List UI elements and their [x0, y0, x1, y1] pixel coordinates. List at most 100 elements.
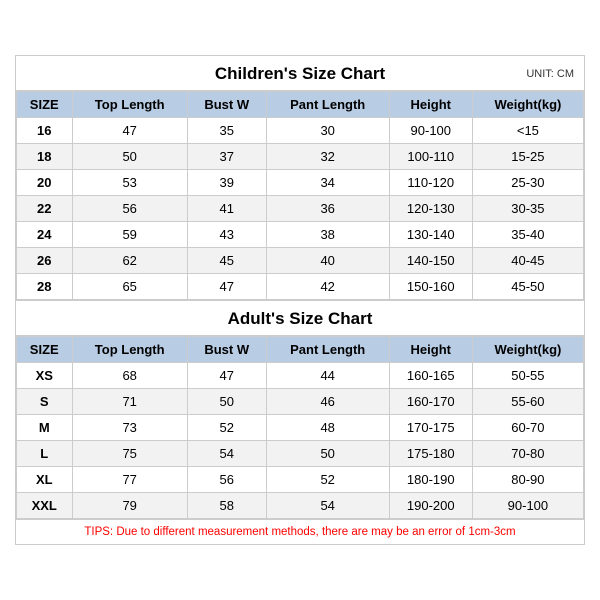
- unit-label: UNIT: CM: [526, 68, 574, 80]
- table-row: 26624540140-15040-45: [17, 248, 584, 274]
- table-cell: 150-160: [389, 274, 472, 300]
- table-cell: 79: [72, 493, 187, 519]
- table-row: L755450175-18070-80: [17, 441, 584, 467]
- col-size: SIZE: [17, 92, 73, 118]
- table-cell: 56: [187, 467, 266, 493]
- children-chart-title: Children's Size Chart: [215, 64, 385, 84]
- table-cell: <15: [472, 118, 583, 144]
- table-cell: XS: [17, 363, 73, 389]
- table-cell: 90-100: [472, 493, 583, 519]
- table-row: 28654742150-16045-50: [17, 274, 584, 300]
- table-cell: 68: [72, 363, 187, 389]
- table-cell: XXL: [17, 493, 73, 519]
- table-cell: 22: [17, 196, 73, 222]
- table-cell: 75: [72, 441, 187, 467]
- table-cell: 73: [72, 415, 187, 441]
- col-bust-w: Bust W: [187, 92, 266, 118]
- table-cell: 34: [266, 170, 389, 196]
- table-cell: 50: [266, 441, 389, 467]
- table-cell: S: [17, 389, 73, 415]
- table-cell: 50-55: [472, 363, 583, 389]
- table-cell: 62: [72, 248, 187, 274]
- table-cell: 90-100: [389, 118, 472, 144]
- table-cell: 65: [72, 274, 187, 300]
- adult-col-size: SIZE: [17, 337, 73, 363]
- table-row: S715046160-17055-60: [17, 389, 584, 415]
- table-cell: 120-130: [389, 196, 472, 222]
- adult-header-row: SIZE Top Length Bust W Pant Length Heigh…: [17, 337, 584, 363]
- adult-col-weight: Weight(kg): [472, 337, 583, 363]
- size-chart-container: Children's Size Chart UNIT: CM SIZE Top …: [15, 55, 585, 545]
- col-weight: Weight(kg): [472, 92, 583, 118]
- table-cell: 80-90: [472, 467, 583, 493]
- table-cell: 20: [17, 170, 73, 196]
- table-cell: 190-200: [389, 493, 472, 519]
- table-cell: 18: [17, 144, 73, 170]
- table-cell: L: [17, 441, 73, 467]
- table-cell: 70-80: [472, 441, 583, 467]
- table-cell: XL: [17, 467, 73, 493]
- table-cell: 71: [72, 389, 187, 415]
- table-cell: 47: [72, 118, 187, 144]
- table-row: XS684744160-16550-55: [17, 363, 584, 389]
- table-cell: 30: [266, 118, 389, 144]
- children-title-row: Children's Size Chart UNIT: CM: [16, 56, 584, 91]
- table-cell: 58: [187, 493, 266, 519]
- adult-title-row: Adult's Size Chart: [16, 300, 584, 336]
- table-row: 18503732100-11015-25: [17, 144, 584, 170]
- tips-row: TIPS: Due to different measurement metho…: [16, 519, 584, 544]
- table-cell: 50: [187, 389, 266, 415]
- table-cell: 28: [17, 274, 73, 300]
- table-cell: 26: [17, 248, 73, 274]
- table-cell: 24: [17, 222, 73, 248]
- children-header-row: SIZE Top Length Bust W Pant Length Heigh…: [17, 92, 584, 118]
- table-row: XL775652180-19080-90: [17, 467, 584, 493]
- table-cell: 160-165: [389, 363, 472, 389]
- table-cell: 100-110: [389, 144, 472, 170]
- children-table-body: 1647353090-100<1518503732100-11015-25205…: [17, 118, 584, 300]
- table-cell: 170-175: [389, 415, 472, 441]
- table-cell: 47: [187, 363, 266, 389]
- table-cell: 47: [187, 274, 266, 300]
- table-cell: 32: [266, 144, 389, 170]
- table-cell: 45: [187, 248, 266, 274]
- table-cell: 41: [187, 196, 266, 222]
- table-cell: 56: [72, 196, 187, 222]
- table-cell: 50: [72, 144, 187, 170]
- table-cell: 35-40: [472, 222, 583, 248]
- table-cell: 45-50: [472, 274, 583, 300]
- table-cell: 130-140: [389, 222, 472, 248]
- table-cell: 60-70: [472, 415, 583, 441]
- table-cell: 48: [266, 415, 389, 441]
- table-cell: 140-150: [389, 248, 472, 274]
- table-cell: 43: [187, 222, 266, 248]
- table-row: 1647353090-100<15: [17, 118, 584, 144]
- col-top-length: Top Length: [72, 92, 187, 118]
- adult-col-pant-length: Pant Length: [266, 337, 389, 363]
- table-cell: M: [17, 415, 73, 441]
- adult-chart-title: Adult's Size Chart: [228, 309, 373, 329]
- table-cell: 44: [266, 363, 389, 389]
- table-cell: 180-190: [389, 467, 472, 493]
- table-cell: 38: [266, 222, 389, 248]
- adult-table-body: XS684744160-16550-55S715046160-17055-60M…: [17, 363, 584, 519]
- table-row: 24594338130-14035-40: [17, 222, 584, 248]
- table-cell: 54: [187, 441, 266, 467]
- table-cell: 39: [187, 170, 266, 196]
- children-size-table: SIZE Top Length Bust W Pant Length Heigh…: [16, 91, 584, 300]
- table-cell: 46: [266, 389, 389, 415]
- table-cell: 35: [187, 118, 266, 144]
- table-cell: 175-180: [389, 441, 472, 467]
- table-cell: 30-35: [472, 196, 583, 222]
- table-cell: 55-60: [472, 389, 583, 415]
- table-cell: 52: [266, 467, 389, 493]
- adult-col-bust-w: Bust W: [187, 337, 266, 363]
- table-cell: 53: [72, 170, 187, 196]
- table-cell: 160-170: [389, 389, 472, 415]
- table-cell: 77: [72, 467, 187, 493]
- adult-size-table: SIZE Top Length Bust W Pant Length Heigh…: [16, 336, 584, 519]
- table-row: XXL795854190-20090-100: [17, 493, 584, 519]
- col-height: Height: [389, 92, 472, 118]
- table-cell: 110-120: [389, 170, 472, 196]
- adult-col-top-length: Top Length: [72, 337, 187, 363]
